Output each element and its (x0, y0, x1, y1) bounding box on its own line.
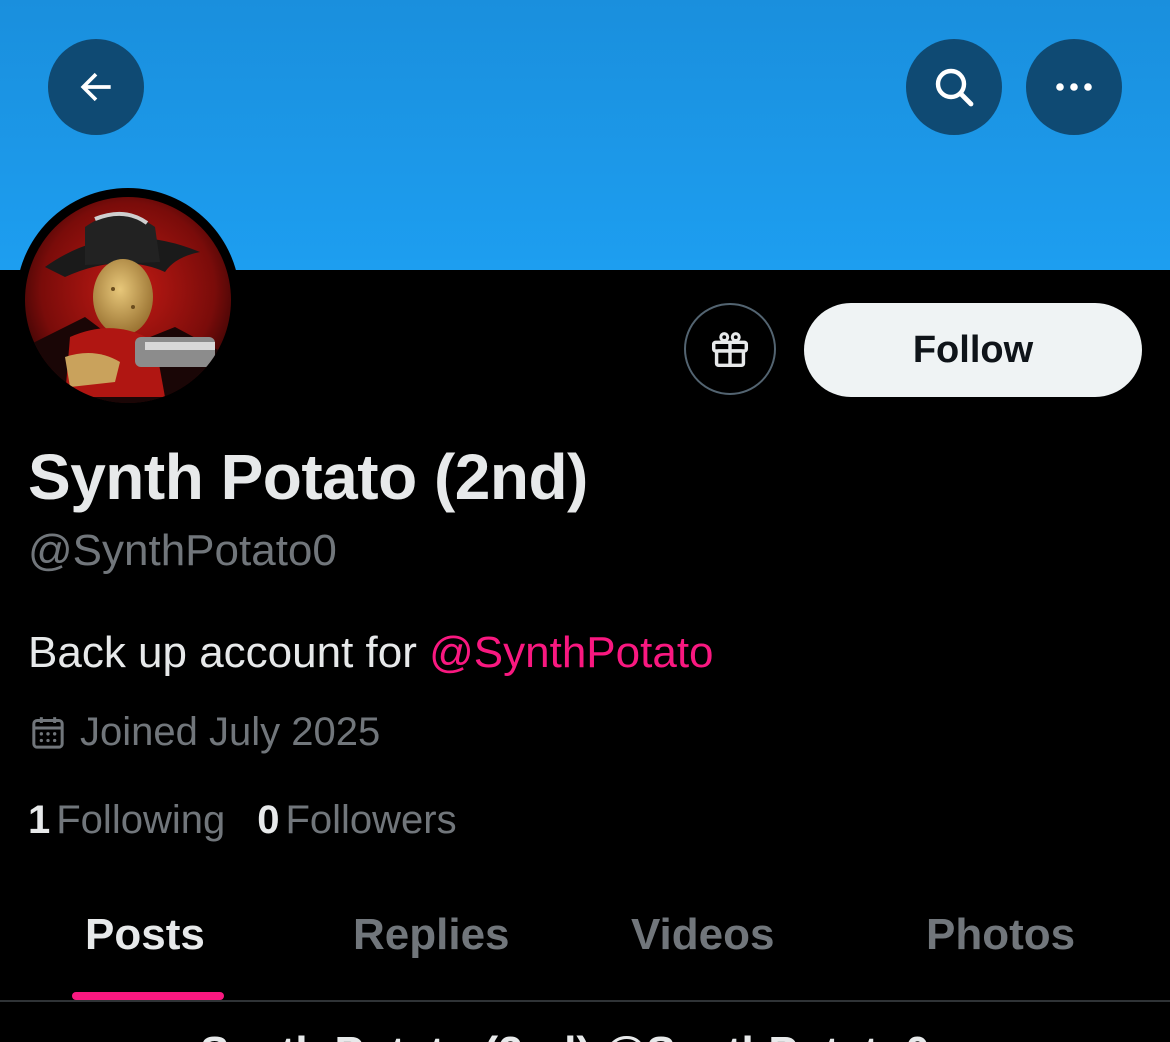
following-count: 1 (28, 798, 51, 842)
back-button[interactable] (48, 39, 144, 135)
bio-mention-link[interactable]: @SynthPotato (429, 628, 713, 677)
gift-icon (711, 332, 749, 368)
active-tab-indicator (72, 992, 224, 1000)
bio: Back up account for @SynthPotato (28, 628, 714, 678)
tab-videos[interactable]: Videos (631, 910, 774, 960)
tab-posts[interactable]: Posts (85, 910, 205, 960)
join-date: Joined July 2025 (28, 710, 380, 755)
followers-link[interactable]: 0 Followers (257, 798, 456, 843)
profile-tabs: Posts Replies Videos Photos (0, 880, 1170, 1000)
display-name: Synth Potato (2nd) (28, 441, 588, 513)
search-button[interactable] (906, 39, 1002, 135)
post-author-partial: Synth Potato (2nd) @SynthPotato0 (200, 1028, 930, 1042)
following-link[interactable]: 1 Following (28, 798, 225, 843)
search-icon (935, 68, 974, 107)
following-label: Following (56, 798, 226, 842)
arrow-left-icon (80, 72, 111, 102)
more-dots-icon (1056, 83, 1092, 91)
avatar-image (25, 197, 231, 403)
follow-stats: 1 Following 0 Followers (28, 798, 489, 843)
bio-text: Back up account for (28, 628, 430, 677)
avatar-frame[interactable] (16, 188, 240, 412)
tab-photos[interactable]: Photos (926, 910, 1075, 960)
join-date-text: Joined July 2025 (80, 710, 381, 754)
post-preview[interactable]: Synth Potato (2nd) @SynthPotato0 (0, 1002, 1170, 1042)
calendar-icon (32, 716, 64, 749)
tab-replies[interactable]: Replies (353, 910, 510, 960)
avatar[interactable] (25, 197, 231, 403)
gift-button[interactable] (684, 303, 776, 395)
more-options-button[interactable] (1026, 39, 1122, 135)
followers-label: Followers (285, 798, 457, 842)
user-handle: @SynthPotato0 (28, 526, 337, 575)
follow-button[interactable]: Follow (804, 303, 1142, 397)
followers-count: 0 (257, 798, 280, 842)
